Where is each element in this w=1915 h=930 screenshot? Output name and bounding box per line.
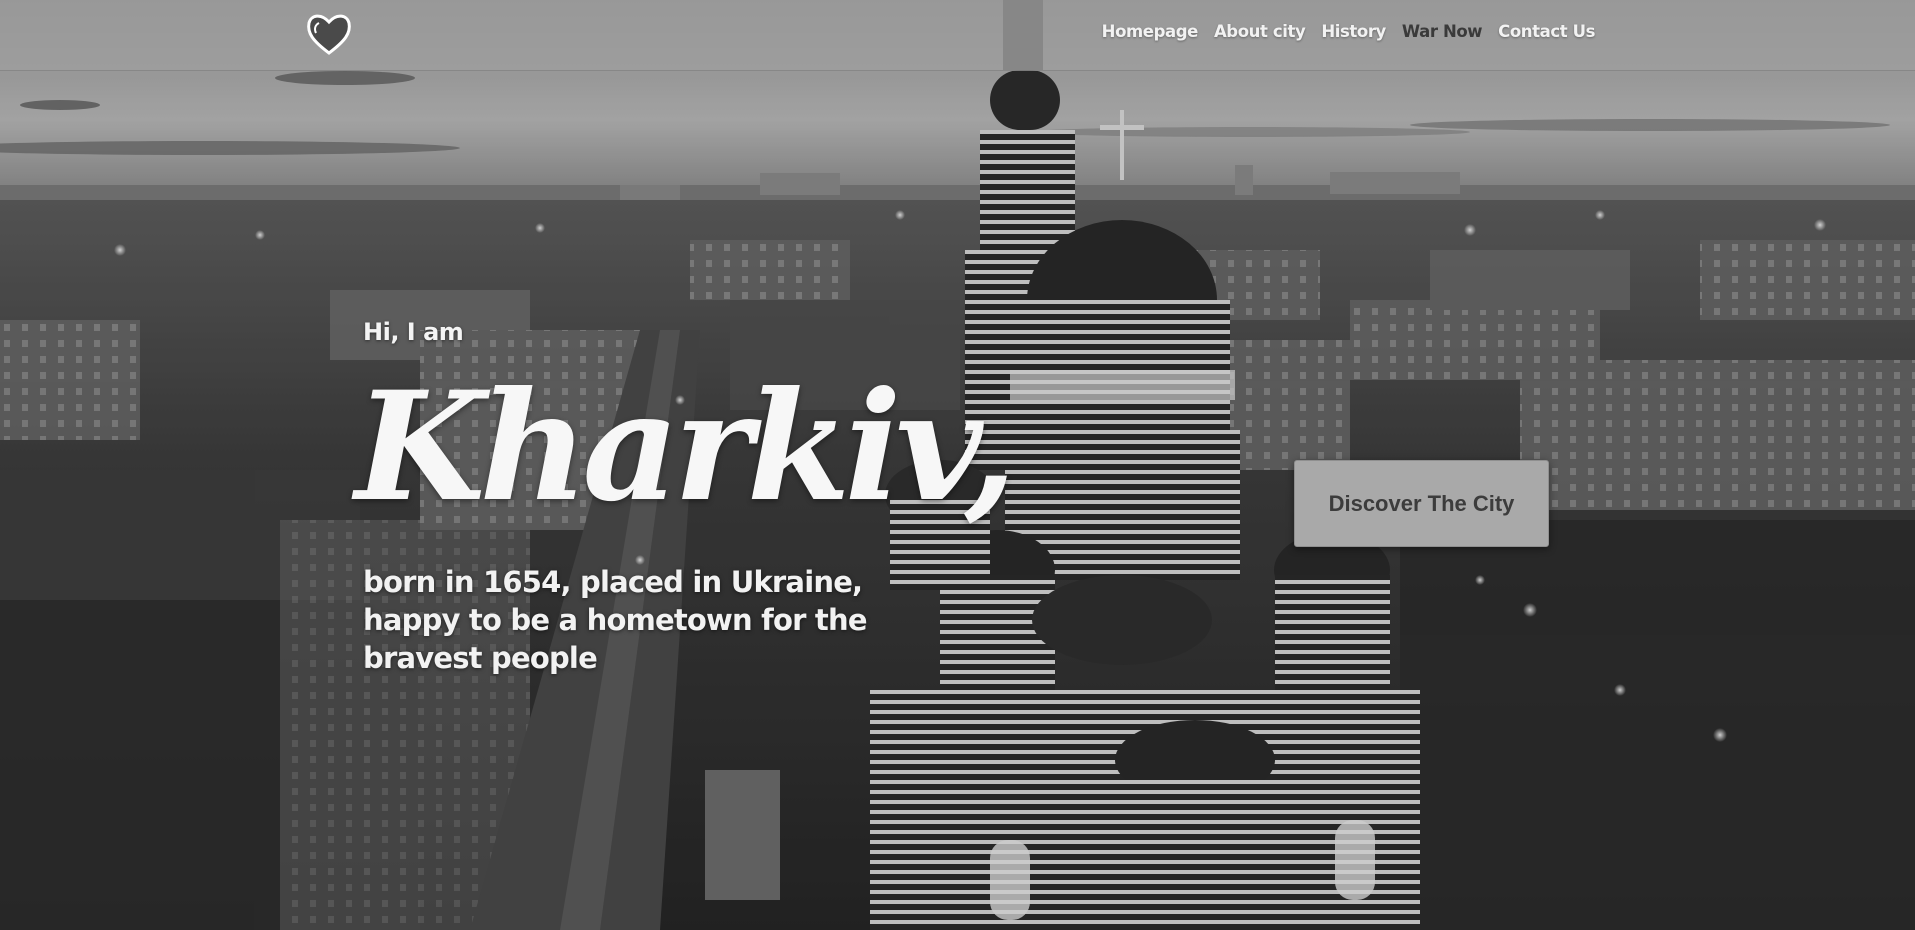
hero-city-title: Kharkiv, [355,359,1017,535]
tagline-line: happy to be a hometown for the [363,603,868,637]
main-nav: Homepage About city History War Now Cont… [1102,22,1596,41]
site-header: Homepage About city History War Now Cont… [0,0,1915,71]
hero-tagline: born in 1654, placed in Ukraine, happy t… [363,563,923,677]
tagline-line: bravest people [363,641,598,675]
nav-about-city[interactable]: About city [1214,22,1306,41]
nav-homepage[interactable]: Homepage [1102,22,1199,41]
heart-icon[interactable] [305,9,353,59]
nav-contact-us[interactable]: Contact Us [1498,22,1595,41]
nav-history[interactable]: History [1321,22,1386,41]
hero-greeting: Hi, I am [363,318,464,346]
nav-war-now[interactable]: War Now [1402,22,1483,41]
tagline-line: born in 1654, placed in Ukraine, [363,565,863,599]
discover-city-button[interactable]: Discover The City [1294,460,1549,547]
